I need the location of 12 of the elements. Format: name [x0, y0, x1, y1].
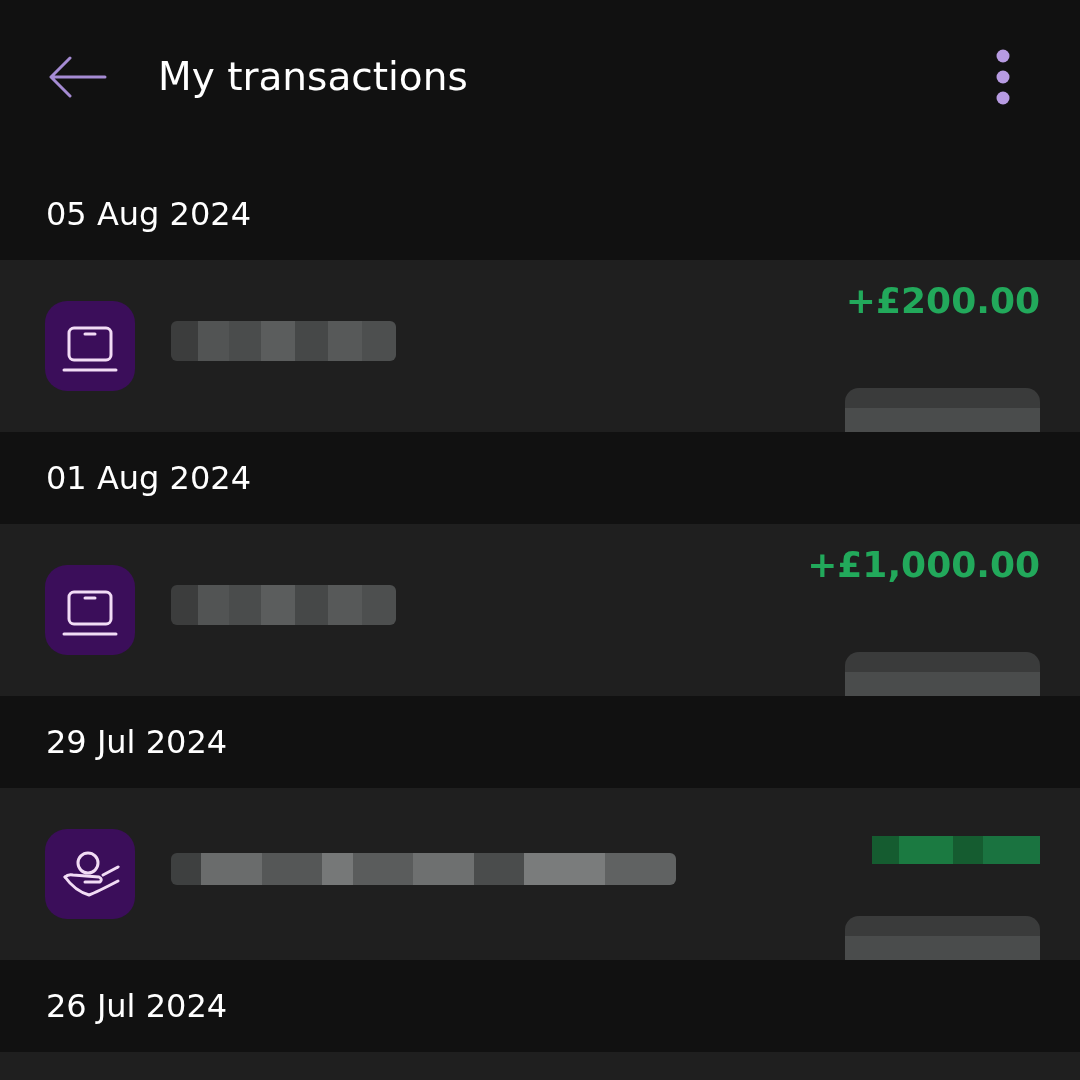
date-heading: 01 Aug 2024	[46, 459, 251, 497]
amount-text: +£200.00	[845, 280, 1040, 321]
laptop-icon	[45, 301, 135, 391]
back-arrow-icon	[49, 56, 107, 98]
date-heading: 26 Jul 2024	[46, 987, 228, 1025]
date-heading: 05 Aug 2024	[46, 195, 251, 233]
amount-text: +£1,000.00	[807, 544, 1040, 585]
screen-title: My transactions	[158, 53, 468, 101]
date-heading: 29 Jul 2024	[46, 723, 228, 761]
hand-coin-icon	[45, 829, 135, 919]
laptop-icon	[45, 565, 135, 655]
more-options-icon	[996, 49, 1010, 105]
